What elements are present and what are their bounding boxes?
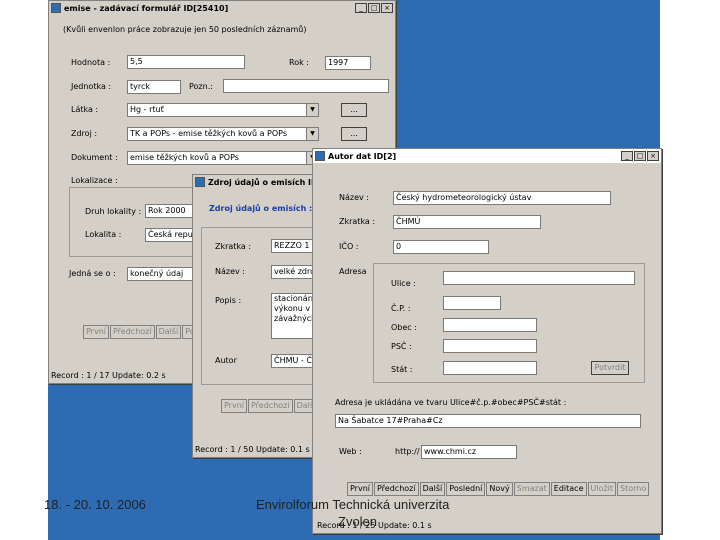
lokalizace-group (69, 187, 193, 257)
minimize-icon[interactable]: _ (355, 3, 367, 13)
footer-venue-line1: Envirolforum Technická univerzita (256, 497, 450, 512)
web-prefix: http:// (395, 447, 420, 456)
obec-field[interactable] (443, 318, 537, 332)
close-icon[interactable]: × (647, 151, 659, 161)
zdroj-value: TK a POPs - emise těžkých kovů a POPs (130, 129, 287, 138)
zkratka-label: Zkratka : (215, 242, 252, 251)
web-label: Web : (339, 447, 362, 456)
author-zkratka-label: Zkratka : (339, 217, 376, 226)
save-button[interactable]: Uložit (587, 482, 617, 496)
psc-label: PSČ : (391, 342, 412, 351)
chevron-down-icon[interactable]: ▼ (306, 128, 318, 140)
dokument-select[interactable]: emise těžkých kovů a POPs▼ (127, 151, 319, 165)
hodnota-label: Hodnota : (71, 58, 111, 67)
next-button[interactable]: Další (155, 325, 182, 339)
author-titlebar[interactable]: Autor dat ID[2] _ □ × (313, 149, 661, 163)
first-button[interactable]: První (347, 482, 373, 496)
ico-label: IČO : (339, 242, 359, 251)
web-field[interactable]: www.chmi.cz (421, 445, 517, 459)
stat-field[interactable] (443, 361, 537, 375)
zdroj-select[interactable]: TK a POPs - emise těžkých kovů a POPs ▼ (127, 127, 319, 141)
druh-lokality-field[interactable]: Rok 2000 (145, 204, 193, 218)
potvrdit-button[interactable]: Potvrdit (591, 361, 629, 375)
stat-label: Stát : (391, 365, 413, 374)
main-nav-buttons: První Předchozí Další Pos (83, 325, 202, 339)
druh-lokality-label: Druh lokality : (85, 207, 142, 216)
hodnota-field[interactable]: 5,5 (127, 55, 245, 69)
author-window: Autor dat ID[2] _ □ × Název : Český hydr… (312, 148, 662, 534)
close-icon[interactable]: × (381, 3, 393, 13)
dokument-label: Dokument : (71, 153, 118, 162)
latka-label: Látka : (71, 105, 99, 114)
latka-select[interactable]: Hg - rtuť ▼ (127, 103, 319, 117)
source-nav-buttons: První Předchozí Další (221, 399, 319, 413)
lokalita-label: Lokalita : (85, 230, 122, 239)
address-raw-field[interactable]: Na Šabatce 17#Praha#Cz (335, 414, 641, 428)
dokument-value: emise těžkých kovů a POPs (130, 153, 239, 162)
ulice-label: Ulice : (391, 279, 416, 288)
adresa-label: Adresa (339, 267, 367, 276)
obec-label: Obec : (391, 323, 417, 332)
zdroj-browse-button[interactable]: ... (341, 127, 367, 141)
author-window-title: Autor dat ID[2] (328, 151, 397, 161)
author-nazev-label: Název : (339, 193, 369, 202)
nazev-label: Název : (215, 267, 245, 276)
author-nav-buttons: První Předchozí Další Poslední Nový Smaz… (347, 482, 650, 496)
jedna-se-o-select[interactable]: konečný údaj (127, 267, 193, 281)
jednotka-label: Jednotka : (71, 82, 112, 91)
maximize-icon[interactable]: □ (368, 3, 380, 13)
notice-text: (Kvůli envenlon práce zobrazuje jen 50 p… (63, 25, 307, 34)
source-window: Zdroj údajů o emisích ID Zdroj údajů o e… (192, 174, 320, 458)
previous-button[interactable]: Předchozí (110, 325, 155, 339)
app-icon (195, 177, 205, 187)
app-icon (51, 3, 61, 13)
footer-venue-line2: Zvolen (338, 514, 378, 529)
latka-value: Hg - rtuť (130, 105, 164, 114)
rok-label: Rok : (289, 58, 309, 67)
popis-label: Popis : (215, 296, 242, 305)
maximize-icon[interactable]: □ (634, 151, 646, 161)
footer-date: 18. - 20. 10. 2006 (44, 497, 146, 512)
first-button[interactable]: První (221, 399, 247, 413)
author-zkratka-field[interactable]: ČHMÚ (393, 215, 541, 229)
source-window-title: Zdroj údajů o emisích ID (208, 177, 318, 187)
psc-field[interactable] (443, 339, 537, 353)
rok-field[interactable]: 1997 (325, 56, 371, 70)
edit-button[interactable]: Editace (550, 482, 587, 496)
minimize-icon[interactable]: _ (621, 151, 633, 161)
chevron-down-icon[interactable]: ▼ (306, 104, 318, 116)
source-heading: Zdroj údajů o emisích : (209, 204, 313, 213)
zdroj-label: Zdroj : (71, 129, 98, 138)
last-button[interactable]: Poslední (446, 482, 486, 496)
cp-label: Č.P. : (391, 304, 411, 313)
app-icon (315, 151, 325, 161)
previous-button[interactable]: Předchozí (248, 399, 293, 413)
previous-button[interactable]: Předchozí (374, 482, 419, 496)
delete-button[interactable]: Smazat (513, 482, 550, 496)
cancel-button[interactable]: Storno (617, 482, 650, 496)
main-status-bar: Record : 1 / 17 Update: 0.2 s (51, 371, 166, 380)
first-button[interactable]: První (83, 325, 109, 339)
address-format-label: Adresa je ukládána ve tvaru Ulice#č.p.#o… (335, 398, 567, 407)
pozn-label: Pozn.: (189, 82, 213, 91)
new-button[interactable]: Nový (486, 482, 513, 496)
author-nazev-field[interactable]: Český hydrometeorologický ústav (393, 191, 611, 205)
jednotka-field[interactable]: tyrck (127, 80, 181, 94)
autor-label: Autor (215, 356, 237, 365)
emise-titlebar[interactable]: emise - zadávací formulář ID[25410] _ □ … (49, 1, 395, 15)
latka-browse-button[interactable]: ... (341, 103, 367, 117)
lokalizace-label: Lokalizace : (71, 176, 118, 185)
jedna-se-o-label: Jedná se o : (69, 269, 116, 278)
emise-window-title: emise - zadávací formulář ID[25410] (64, 3, 229, 13)
next-button[interactable]: Další (419, 482, 446, 496)
source-status-bar: Record : 1 / 50 Update: 0.1 s (195, 445, 310, 454)
ulice-field[interactable] (443, 271, 635, 285)
ico-field[interactable]: 0 (393, 240, 489, 254)
source-titlebar[interactable]: Zdroj údajů o emisích ID (193, 175, 319, 189)
lokalita-field[interactable]: Česká repu (145, 228, 193, 242)
pozn-field[interactable] (223, 79, 389, 93)
cp-field[interactable] (443, 296, 501, 310)
